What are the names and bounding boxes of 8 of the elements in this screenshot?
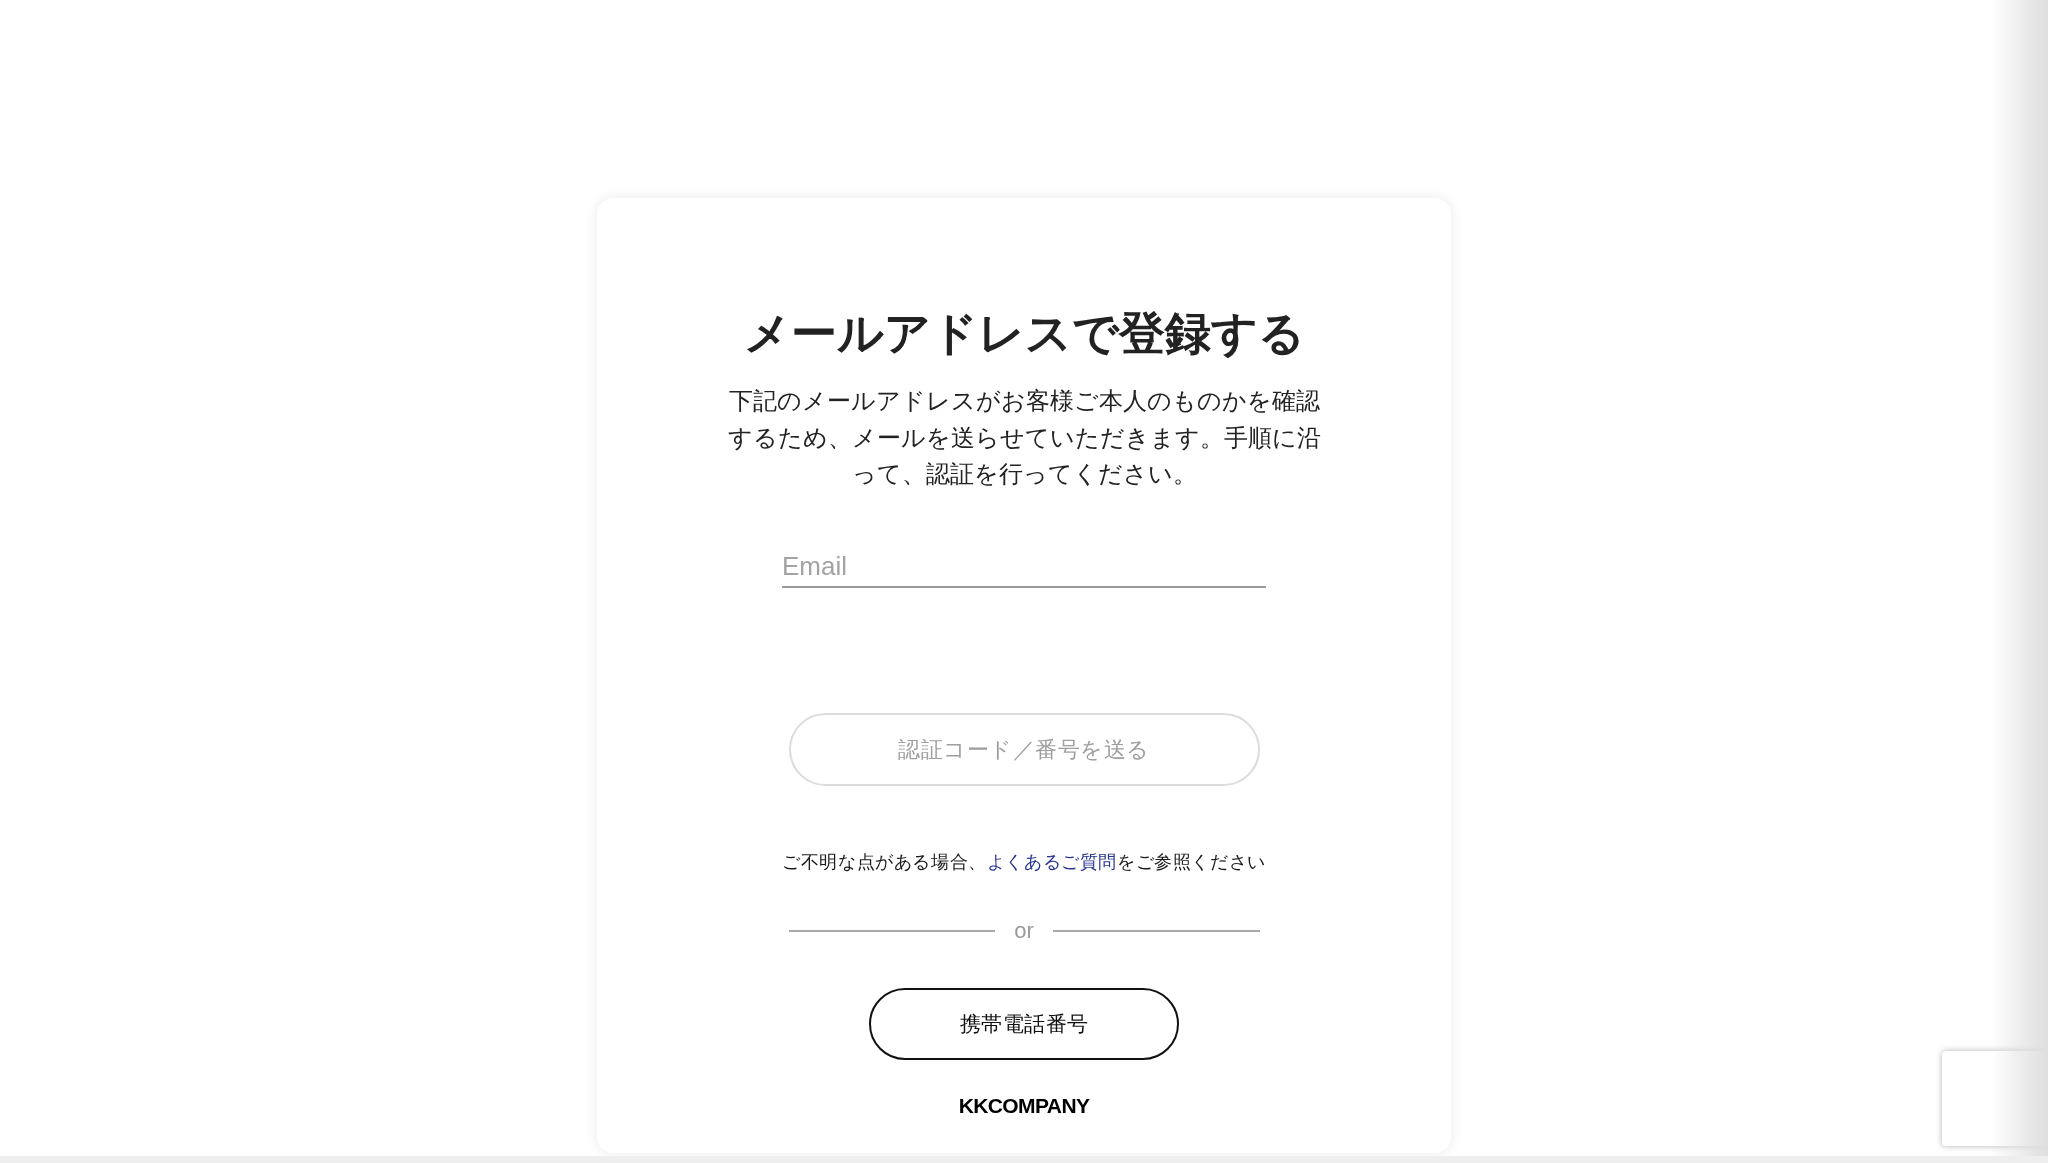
email-field[interactable]: Email xyxy=(782,546,1266,588)
phone-number-button[interactable]: 携帯電話番号 xyxy=(869,987,1179,1060)
help-text: ご不明な点がある場合、よくあるご質問 をご参照ください xyxy=(782,850,1266,874)
divider-label: or xyxy=(1013,916,1035,945)
page-title: メールアドレスで登録する xyxy=(743,306,1305,361)
faq-link[interactable]: よくあるご質問 xyxy=(986,851,1117,872)
company-logo: KKCOMPANY xyxy=(958,1093,1090,1118)
description-text: 下記のメールアドレスがお客様ご本人のものかを確認するため、メールを送らせていただきます。手順に沿って、認証を行ってください。 xyxy=(726,386,1322,489)
